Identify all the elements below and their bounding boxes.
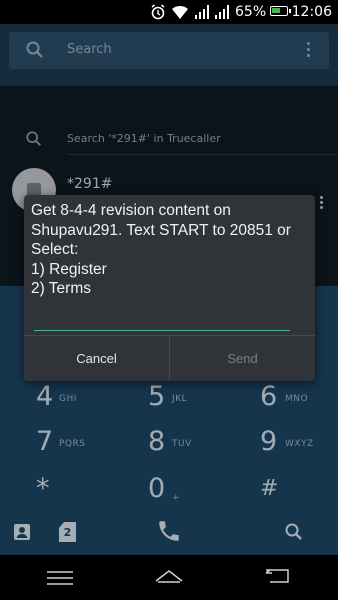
send-button[interactable]: Send: [170, 336, 315, 381]
cancel-button[interactable]: Cancel: [24, 336, 169, 381]
status-bar: 65% 12:06: [0, 0, 338, 24]
ussd-dialog: Get 8-4-4 revision content on Shupavu291…: [24, 195, 315, 381]
signal-icon: [213, 4, 229, 24]
wifi-icon: [171, 4, 189, 24]
clock: 12:06: [291, 4, 332, 20]
alarm-icon: [150, 4, 166, 24]
battery-icon: [270, 6, 291, 16]
dialog-message: Get 8-4-4 revision content on Shupavu291…: [31, 202, 291, 297]
navigation-bar: [0, 555, 338, 600]
menu-icon[interactable]: [47, 570, 73, 589]
battery-percent: 65%: [235, 4, 267, 20]
battery-fill: [272, 8, 280, 13]
reply-input[interactable]: [34, 309, 290, 331]
home-icon[interactable]: [154, 567, 184, 589]
back-icon[interactable]: [264, 567, 292, 589]
signal-icon: [193, 4, 209, 24]
